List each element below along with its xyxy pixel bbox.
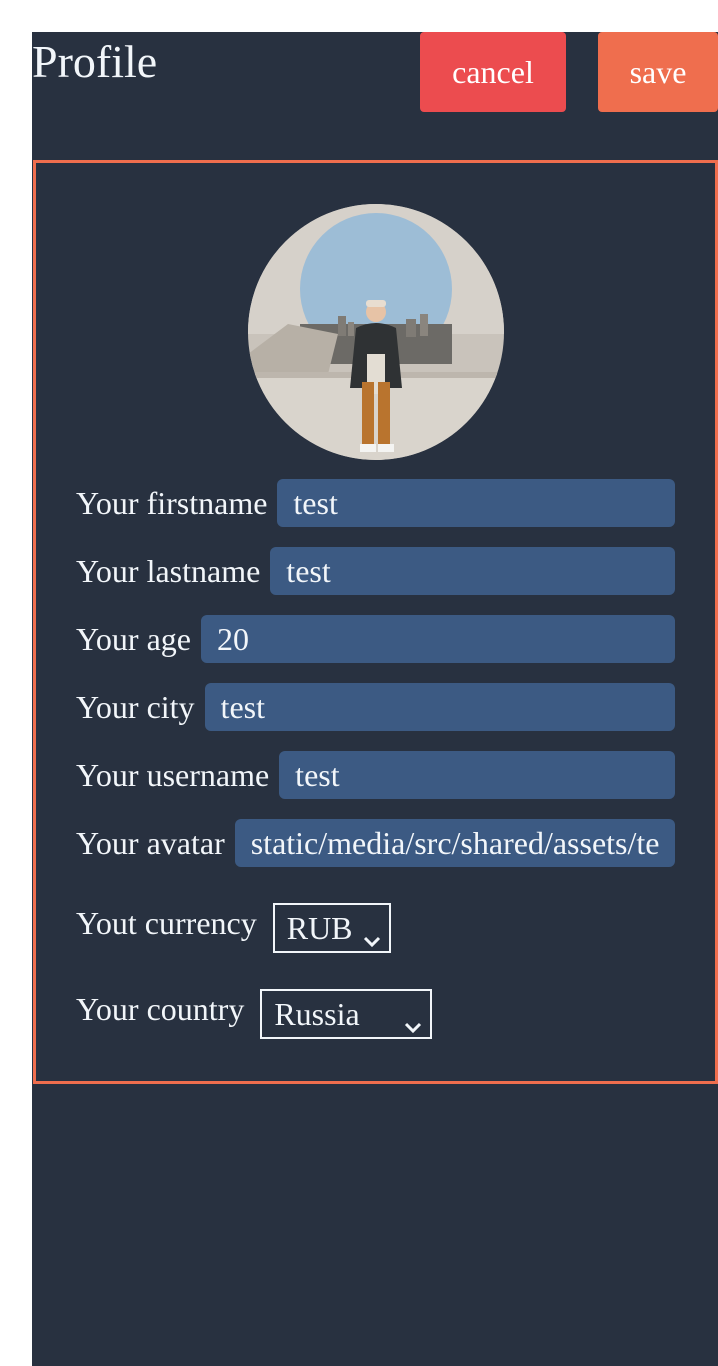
age-field[interactable] [200,615,675,663]
lastname-label: Your lastname [76,552,261,589]
city-row: Your city [76,683,675,731]
currency-label: Yout currency [76,905,257,941]
username-field[interactable] [279,751,675,799]
save-button[interactable]: save [598,32,718,112]
city-label: Your city [76,688,195,725]
avatar-field[interactable] [234,819,675,867]
lastname-row: Your lastname [76,547,675,595]
chevron-down-icon [404,1006,422,1043]
age-row: Your age [76,615,675,663]
profile-card: Your firstname Your lastname Your age Yo… [33,160,718,1084]
lastname-field[interactable] [270,547,675,595]
firstname-field[interactable] [277,479,675,527]
avatar [248,204,504,460]
username-label: Your username [76,756,270,793]
country-row: Your country Russia [76,989,675,1041]
country-label: Your country [76,991,245,1027]
firstname-row: Your firstname [76,479,675,527]
country-select-value: Russia [274,995,360,1032]
page-title: Profile [32,36,158,87]
cancel-button[interactable]: cancel [420,32,566,112]
currency-select-value: RUB [286,909,353,946]
currency-row: Yout currency RUB [76,903,675,955]
avatar-row: Your avatar [76,819,675,867]
username-row: Your username [76,751,675,799]
currency-select[interactable]: RUB [272,903,391,953]
country-select[interactable]: Russia [260,989,433,1039]
profile-page: Profile cancel save Your firstname test … [32,32,718,1366]
age-label: Your age [76,620,191,657]
city-field[interactable] [204,683,675,731]
chevron-down-icon [363,920,381,957]
firstname-label: Your firstname [76,484,268,521]
avatar-label: Your avatar [76,824,225,861]
